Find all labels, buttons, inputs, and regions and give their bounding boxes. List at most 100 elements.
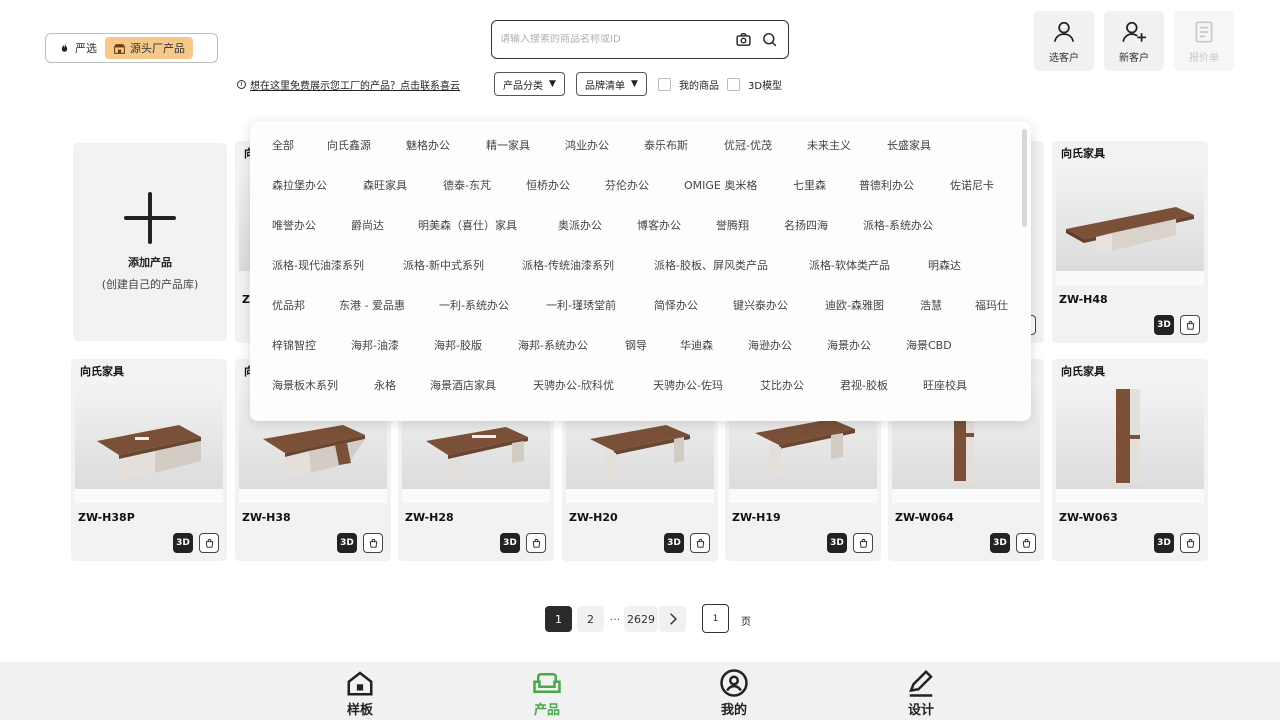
add-product-card[interactable]: 添加产品 (创建自己的产品库): [73, 143, 227, 341]
my-products-checkbox[interactable]: 我的商品: [658, 77, 719, 92]
3d-badge-button[interactable]: 3D: [1154, 533, 1174, 553]
brand-option[interactable]: 旺座校具: [923, 377, 967, 393]
brand-option[interactable]: 君视-胶板: [840, 377, 888, 393]
search-input[interactable]: [500, 34, 728, 45]
3d-badge-button[interactable]: 3D: [827, 533, 847, 553]
brand-option[interactable]: 永格: [374, 377, 396, 393]
brand-option[interactable]: 普德利办公: [859, 177, 914, 193]
brand-option[interactable]: 誉腾翔: [716, 217, 749, 233]
brand-option[interactable]: 福玛仕: [975, 297, 1008, 313]
brand-option[interactable]: 简怿办公: [654, 297, 698, 313]
brand-option[interactable]: 明美森（喜仕）家具: [418, 217, 517, 233]
brand-option[interactable]: 梓锦智控: [272, 337, 316, 353]
3d-model-checkbox[interactable]: 3D模型: [727, 77, 782, 92]
brand-option[interactable]: 向氏鑫源: [327, 137, 371, 153]
brand-option[interactable]: 海邦-胶版: [434, 337, 482, 353]
brand-option[interactable]: 芬伦办公: [605, 177, 649, 193]
brand-option[interactable]: 海逊办公: [748, 337, 792, 353]
brand-option[interactable]: 奥派办公: [558, 217, 602, 233]
brand-option[interactable]: 派格-系统办公: [863, 217, 933, 233]
brand-option[interactable]: 一利-系统办公: [439, 297, 509, 313]
add-to-cart-button[interactable]: [1016, 533, 1036, 553]
3d-badge-button[interactable]: 3D: [990, 533, 1010, 553]
3d-badge-button[interactable]: 3D: [173, 533, 193, 553]
3d-badge-button[interactable]: 3D: [1154, 315, 1174, 335]
brand-option[interactable]: 爵尚达: [351, 217, 384, 233]
add-to-cart-button[interactable]: [1180, 315, 1200, 335]
add-to-cart-button[interactable]: [199, 533, 219, 553]
brand-option[interactable]: 派格-软体类产品: [809, 257, 890, 273]
search-button[interactable]: [758, 29, 780, 51]
brand-option[interactable]: 艾比办公: [760, 377, 804, 393]
toggle-option-factory[interactable]: 源头厂产品: [105, 37, 193, 59]
brand-option[interactable]: 海景CBD: [906, 337, 952, 353]
3d-badge-button[interactable]: 3D: [500, 533, 520, 553]
page-button-last[interactable]: 2629: [624, 606, 658, 632]
toggle-option-selected[interactable]: 严选: [50, 37, 105, 59]
product-card[interactable]: 向氏家具 ZW-H48 3D: [1052, 141, 1208, 343]
3d-badge-button[interactable]: 3D: [337, 533, 357, 553]
brand-option[interactable]: 东港 - 爱品惠: [339, 297, 405, 313]
next-page-button[interactable]: [659, 606, 686, 632]
brand-option[interactable]: 鸿业办公: [565, 137, 609, 153]
product-card[interactable]: 向氏家具 ZW-W063 3D: [1052, 359, 1208, 561]
nav-sample[interactable]: 样板: [330, 668, 390, 718]
brand-option[interactable]: 海邦-油漆: [351, 337, 399, 353]
brand-filter-dropdown[interactable]: 品牌清单 ▼: [576, 72, 647, 96]
product-card[interactable]: 向氏家具 ZW-H38P 3D: [71, 359, 227, 561]
brand-option[interactable]: 天骋办公-欣科优: [533, 377, 614, 393]
brand-option[interactable]: 德泰-东芃: [443, 177, 491, 193]
brand-option[interactable]: 泰乐布斯: [644, 137, 688, 153]
3d-badge-button[interactable]: 3D: [664, 533, 684, 553]
brand-option[interactable]: 博客办公: [637, 217, 681, 233]
brand-option[interactable]: 森拉堡办公: [272, 177, 327, 193]
brand-option[interactable]: 明森达: [928, 257, 961, 273]
brand-option[interactable]: 海邦-系统办公: [518, 337, 588, 353]
brand-option[interactable]: 优品邦: [272, 297, 305, 313]
nav-product[interactable]: 产品: [517, 668, 577, 718]
brand-option[interactable]: 派格-新中式系列: [403, 257, 484, 273]
brand-option[interactable]: 未来主义: [807, 137, 851, 153]
brand-option[interactable]: 恒桥办公: [526, 177, 570, 193]
nav-design[interactable]: 设计: [891, 668, 951, 718]
brand-option[interactable]: 海景酒店家具: [430, 377, 496, 393]
add-to-cart-button[interactable]: [526, 533, 546, 553]
page-button[interactable]: 2: [577, 606, 604, 632]
brand-option[interactable]: 钢导: [625, 337, 647, 353]
brand-option[interactable]: 森旺家具: [363, 177, 407, 193]
brand-option[interactable]: 佐诺尼卡: [950, 177, 994, 193]
brand-option[interactable]: 精一家具: [486, 137, 530, 153]
brand-option[interactable]: 七里森: [793, 177, 826, 193]
brand-option[interactable]: 派格-传统油漆系列: [522, 257, 614, 273]
brand-option[interactable]: 迪欧-森雅图: [825, 297, 884, 313]
brand-option[interactable]: 长盛家具: [887, 137, 931, 153]
select-customer-button[interactable]: 选客户: [1034, 11, 1094, 71]
promo-link[interactable]: i 想在这里免费展示您工厂的产品？点击联系喜云: [237, 77, 460, 92]
brand-option[interactable]: 浩慧: [920, 297, 942, 313]
add-to-cart-button[interactable]: [690, 533, 710, 553]
brand-option[interactable]: 名扬四海: [784, 217, 828, 233]
page-jump-input[interactable]: 1: [702, 604, 729, 633]
page-button-current[interactable]: 1: [545, 606, 572, 632]
brand-option[interactable]: 一利-瑾琇堂前: [546, 297, 616, 313]
brand-option[interactable]: 华迪森: [680, 337, 713, 353]
brand-option[interactable]: 魅格办公: [406, 137, 450, 153]
brand-option[interactable]: 海景板木系列: [272, 377, 338, 393]
add-to-cart-button[interactable]: [363, 533, 383, 553]
brand-option[interactable]: 派格-现代油漆系列: [272, 257, 364, 273]
add-to-cart-button[interactable]: [853, 533, 873, 553]
camera-search-button[interactable]: [732, 29, 754, 51]
dropdown-scrollbar[interactable]: [1022, 129, 1027, 227]
category-filter-dropdown[interactable]: 产品分类 ▼: [494, 72, 565, 96]
brand-option[interactable]: 全部: [272, 137, 294, 153]
add-to-cart-button[interactable]: [1180, 533, 1200, 553]
nav-mine[interactable]: 我的: [704, 668, 764, 718]
brand-option[interactable]: 天骋办公-佐玛: [653, 377, 723, 393]
brand-option[interactable]: 派格-胶板、屏风类产品: [654, 257, 768, 273]
new-customer-button[interactable]: 新客户: [1104, 11, 1164, 71]
quote-button[interactable]: 报价单: [1174, 11, 1234, 71]
brand-option[interactable]: 键兴泰办公: [733, 297, 788, 313]
brand-option[interactable]: 优冠-优茂: [724, 137, 772, 153]
brand-option[interactable]: OMIGE 奥米格: [684, 177, 757, 193]
brand-option[interactable]: 唯誉办公: [272, 217, 316, 233]
